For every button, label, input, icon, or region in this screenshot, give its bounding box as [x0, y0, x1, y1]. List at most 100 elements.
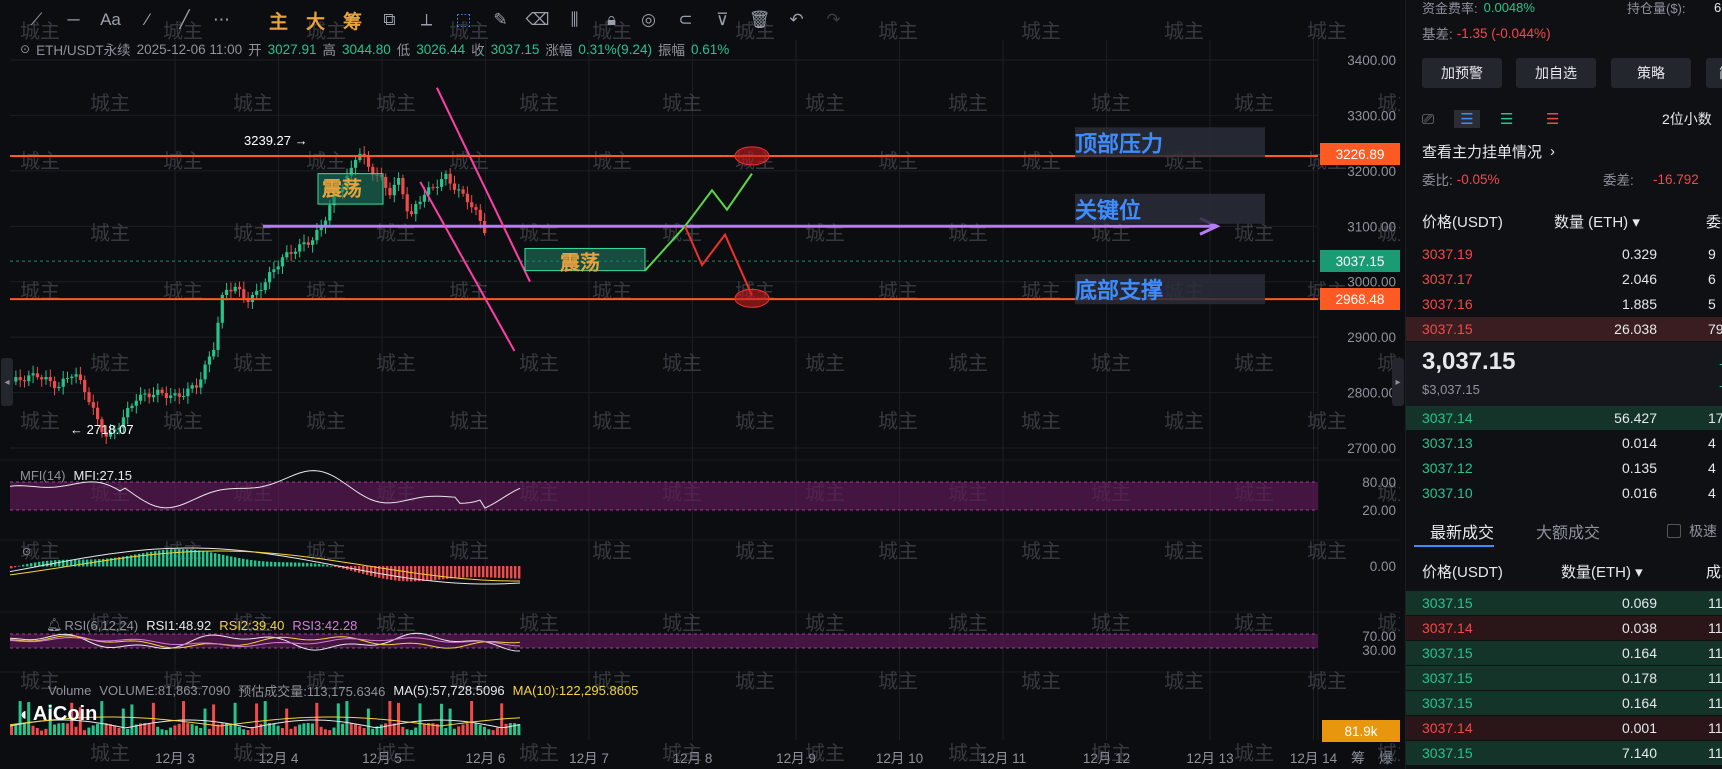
collapse-icon[interactable]: ⊙: [22, 545, 31, 558]
rsi-label-row: 🔔︎ RSI(6,12,24) RSI1:48.92 RSI2:39.40 RS…: [46, 617, 357, 633]
asks-row[interactable]: 3037.16 1.885 5: [1406, 292, 1722, 316]
resistance-price-tag: 3226.89: [1320, 143, 1400, 165]
volume-bar: [126, 728, 130, 735]
macd-bar: [82, 559, 85, 567]
lock-icon[interactable]: 🔒︎: [593, 5, 630, 35]
volume-bar: [504, 723, 508, 735]
watermark-text: 城主: [376, 352, 416, 375]
text-tool-icon[interactable]: Aa: [92, 5, 129, 35]
eye-icon[interactable]: ◎: [630, 5, 667, 35]
low-value: 3026.44: [416, 41, 466, 57]
rsi-name[interactable]: RSI(6,12,24): [65, 618, 139, 633]
bell-icon[interactable]: 🔔︎: [46, 617, 63, 633]
ray-tool-icon[interactable]: ⁄: [129, 5, 166, 35]
trades-col-2: 成交: [1706, 563, 1722, 581]
watermark-text: 城主: [735, 540, 775, 563]
watermark-text: 城主: [948, 612, 988, 635]
volume-bar: [401, 726, 405, 735]
candle-body: [83, 379, 87, 393]
trend-tools-icon[interactable]: ⟋: [18, 5, 55, 35]
screenshot-icon[interactable]: ⧉: [371, 5, 408, 35]
macd-bar: [518, 566, 521, 579]
undo-icon[interactable]: ↶: [778, 5, 815, 35]
decimals-select[interactable]: 2位小数: [1662, 109, 1712, 129]
main-orders-link[interactable]: 查看主力挂单情况 ›: [1422, 140, 1722, 162]
orderbook-col-1[interactable]: 数量 (ETH) ▾: [1554, 211, 1640, 232]
panel-button-1[interactable]: 加自选: [1516, 58, 1596, 88]
asks-total: 79: [1708, 321, 1722, 337]
eraser-icon[interactable]: ⌫: [519, 5, 556, 35]
trades-col-1[interactable]: 数量(ETH) ▾: [1561, 561, 1643, 582]
right-collapse-handle[interactable]: ▸: [1392, 358, 1404, 406]
candle-body: [186, 388, 190, 397]
redo-icon[interactable]: ↷: [815, 5, 852, 35]
indicator-button-1[interactable]: 大: [297, 5, 334, 35]
trade-qty: 0.069: [1621, 595, 1657, 611]
bids-total: 4: [1708, 485, 1716, 501]
select-cursor-icon[interactable]: ⬚: [445, 5, 482, 35]
volume-bar: [121, 708, 125, 735]
candle-body: [216, 322, 220, 350]
bids-total: 4: [1708, 460, 1716, 476]
chart-area[interactable]: 3400.00 3300.00 3200.00 3100.00 3000.00 2900.…: [0, 0, 1404, 769]
pattern-icon[interactable]: ⫼: [556, 5, 593, 35]
horizontal-line-icon[interactable]: ─: [55, 5, 92, 35]
last-price-tag: 3037.15: [1320, 250, 1400, 272]
asks-row[interactable]: 3037.19 0.329 9: [1406, 242, 1722, 266]
date-axis-extra: 筹: [1351, 750, 1365, 766]
orderbook-list-icon[interactable]: ☰: [1500, 110, 1546, 128]
bids-row[interactable]: 3037.10 0.016 4: [1406, 481, 1722, 505]
date-axis-label: 12月 14: [1290, 751, 1338, 766]
panel-button-0[interactable]: 加预警: [1422, 58, 1502, 88]
macd-bar: [278, 562, 281, 567]
candle-body: [414, 204, 418, 215]
bids-row[interactable]: 3037.12 0.135 4: [1406, 456, 1722, 480]
trade-row: 3037.15 0.069 11: [1406, 591, 1722, 615]
symbol-label[interactable]: ETH/USDT永续: [36, 39, 131, 59]
trash-icon[interactable]: 🗑︎: [741, 5, 778, 35]
panel-button-2[interactable]: 策略: [1611, 58, 1691, 88]
candle-body: [259, 290, 263, 292]
line-tool-icon[interactable]: ╱: [166, 5, 203, 35]
panel-button-3[interactable]: 简: [1706, 58, 1722, 88]
watermark-text: 城主: [1234, 222, 1274, 245]
macd-bar: [482, 566, 485, 578]
bids-row[interactable]: 3037.14 56.427 171: [1406, 406, 1722, 430]
candle-body: [444, 173, 448, 180]
orderbook-bids-icon[interactable]: ☰: [1454, 110, 1480, 128]
macd-bar: [166, 549, 169, 567]
orderbook-asks-icon[interactable]: ☰: [1546, 110, 1559, 128]
magnet-icon[interactable]: ⊂: [667, 5, 704, 35]
bids-price: 3037.13: [1422, 435, 1473, 451]
mfi-name[interactable]: MFI(14): [20, 468, 66, 483]
macd-zero-label: 0.00: [1370, 559, 1396, 574]
indicator-button-2[interactable]: 筹: [334, 5, 371, 35]
price-axis-label: 3400.00: [1347, 53, 1396, 68]
orderbook-both-icon[interactable]: ⎚: [1422, 111, 1454, 128]
asks-row[interactable]: 3037.17 2.046 6: [1406, 267, 1722, 291]
candle-body: [225, 289, 229, 296]
bids-qty: 0.135: [1621, 460, 1657, 476]
more-tools-icon[interactable]: ⋯: [203, 5, 240, 35]
macd-bar: [502, 566, 505, 579]
left-collapse-handle[interactable]: ◂: [1, 358, 13, 406]
filter-icon[interactable]: ⊽: [704, 5, 741, 35]
volume-bar: [379, 724, 383, 735]
bids-row[interactable]: 3037.13 0.014 4: [1406, 431, 1722, 455]
fast-mode-checkbox[interactable]: [1667, 524, 1681, 538]
settings-toggle-icon[interactable]: ⊙: [20, 42, 30, 56]
macd-toggle[interactable]: ⊙: [22, 545, 31, 558]
indicator-button-0[interactable]: 主: [260, 5, 297, 35]
macd-bar: [330, 565, 333, 567]
pen-icon[interactable]: ✎: [482, 5, 519, 35]
asks-row[interactable]: 3037.15 26.038 79: [1406, 317, 1722, 341]
volume-bar: [349, 723, 353, 735]
measure-icon[interactable]: ⟂: [408, 5, 445, 35]
macd-bar: [78, 559, 81, 567]
watermark-text: 城主: [90, 222, 130, 245]
volume-name[interactable]: Volume: [48, 683, 91, 698]
volume-bar: [117, 727, 121, 735]
tab-large-trades[interactable]: 大额成交: [1536, 519, 1600, 543]
tab-latest-trades[interactable]: 最新成交: [1430, 519, 1494, 543]
price-chart[interactable]: 3400.003300.003200.003100.003000.002900.…: [0, 0, 1400, 769]
